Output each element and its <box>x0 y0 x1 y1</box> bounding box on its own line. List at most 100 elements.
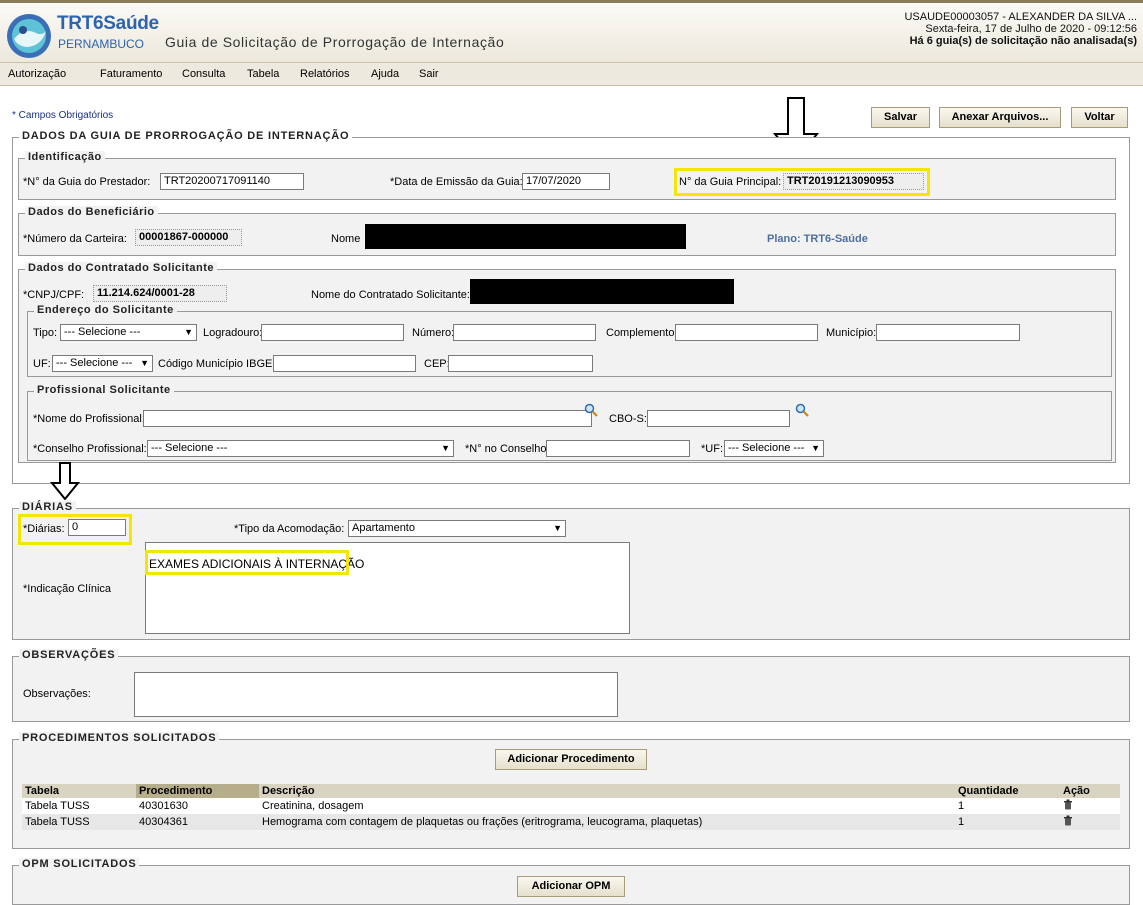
cell-acao <box>1060 814 1120 830</box>
carteira-label: *Número da Carteira: <box>23 233 127 245</box>
observacoes-textarea[interactable] <box>134 672 618 717</box>
redacted-beneficiario-name <box>365 224 686 249</box>
guia-prestador-label: *N° da Guia do Prestador: <box>23 176 151 188</box>
plano-label: Plano: TRT6-Saúde <box>767 233 868 245</box>
brand-subtitle: PERNAMBUCO <box>58 37 145 51</box>
indicacao-clinica-label: *Indicação Clínica <box>23 583 112 595</box>
opm-legend: OPM SOLICITADOS <box>19 858 140 870</box>
menu-item-relatorios[interactable]: Relatórios <box>300 68 350 80</box>
cep-label: CEP: <box>424 358 450 370</box>
highlight-box <box>674 168 930 196</box>
acomodacao-select[interactable]: Apartamento ▼ <box>348 520 566 537</box>
logradouro-label: Logradouro: <box>203 327 263 339</box>
menu-item-ajuda[interactable]: Ajuda <box>371 68 399 80</box>
beneficiario-legend: Dados do Beneficiário <box>25 206 158 218</box>
chevron-down-icon: ▼ <box>553 523 562 533</box>
user-line: USAUDE00003057 - ALEXANDER DA SILVA ... <box>904 11 1137 23</box>
attach-files-button[interactable]: Anexar Arquivos... <box>939 107 1061 128</box>
cell-procedimento: 40304361 <box>136 814 259 830</box>
carteira-field: 00001867-000000 <box>135 229 242 246</box>
column-header[interactable]: Tabela <box>22 784 136 798</box>
observacoes-legend: OBSERVAÇÕES <box>19 649 119 661</box>
tipo-select[interactable]: --- Selecione --- ▼ <box>60 324 197 341</box>
data-emissao-input[interactable]: 17/07/2020 <box>522 173 610 190</box>
chevron-down-icon: ▼ <box>184 327 193 337</box>
cbo-input[interactable] <box>647 410 790 427</box>
cnpj-field: 11.214.624/0001-28 <box>93 285 227 302</box>
arrow-down-icon <box>50 462 80 500</box>
complemento-label: Complemento: <box>606 327 678 339</box>
column-header: Ação <box>1060 784 1120 798</box>
logo-icon <box>7 14 51 58</box>
column-header[interactable]: Descrição <box>259 784 955 798</box>
identificacao-legend: Identificação <box>25 151 105 163</box>
ibge-input[interactable] <box>273 355 416 372</box>
page-title: Guia de Solicitação de Prorrogação de In… <box>165 34 505 50</box>
ibge-label: Código Município IBGE: <box>158 358 276 370</box>
profissional-legend: Profissional Solicitante <box>34 384 174 396</box>
menu-item-consulta[interactable]: Consulta <box>182 68 225 80</box>
highlight-box <box>18 514 132 545</box>
n-conselho-input[interactable] <box>546 440 690 457</box>
save-button[interactable]: Salvar <box>871 107 930 128</box>
user-info: USAUDE00003057 - ALEXANDER DA SILVA ... … <box>904 11 1137 47</box>
chevron-down-icon: ▼ <box>140 358 149 368</box>
column-header[interactable]: Quantidade <box>955 784 1060 798</box>
procedures-table: Tabela Procedimento Descrição Quantidade… <box>22 784 1120 830</box>
numero-label: Número: <box>412 327 455 339</box>
endereco-legend: Endereço do Solicitante <box>34 304 177 316</box>
conselho-label: *Conselho Profissional: <box>33 443 147 455</box>
cell-quantidade: 1 <box>955 798 1060 814</box>
search-icon[interactable] <box>795 403 809 417</box>
profissional-nome-label: *Nome do Profissional: <box>33 413 145 425</box>
chevron-down-icon: ▼ <box>441 443 450 453</box>
data-emissao-label: *Data de Emissão da Guia: <box>390 176 523 188</box>
conselho-select-value: --- Selecione --- <box>151 442 228 454</box>
back-button[interactable]: Voltar <box>1071 107 1128 128</box>
logradouro-input[interactable] <box>261 324 404 341</box>
table-header-row: Tabela Procedimento Descrição Quantidade… <box>22 784 1120 798</box>
numero-input[interactable] <box>453 324 596 341</box>
acomodacao-select-value: Apartamento <box>352 522 415 534</box>
municipio-input[interactable] <box>876 324 1020 341</box>
trash-icon[interactable] <box>1063 799 1073 810</box>
column-header[interactable]: Procedimento <box>136 784 259 798</box>
uf-select[interactable]: --- Selecione --- ▼ <box>52 355 153 372</box>
contratado-nome-label: Nome do Contratado Solicitante: <box>311 289 470 301</box>
municipio-label: Município: <box>826 327 877 339</box>
add-procedure-button[interactable]: Adicionar Procedimento <box>495 749 647 770</box>
profissional-nome-input[interactable] <box>143 410 592 427</box>
add-opm-button[interactable]: Adicionar OPM <box>517 876 625 897</box>
menu-item-sair[interactable]: Sair <box>419 68 439 80</box>
tipo-select-value: --- Selecione --- <box>64 326 141 338</box>
redacted-contratado-name <box>470 279 734 304</box>
complemento-input[interactable] <box>675 324 818 341</box>
cell-acao <box>1060 798 1120 814</box>
conselho-select[interactable]: --- Selecione --- ▼ <box>147 440 454 457</box>
menu-item-faturamento[interactable]: Faturamento <box>100 68 162 80</box>
table-row: Tabela TUSS 40301630 Creatinina, dosagem… <box>22 798 1120 814</box>
cell-tabela: Tabela TUSS <box>22 798 136 814</box>
search-icon[interactable] <box>584 403 598 417</box>
trash-icon[interactable] <box>1063 815 1073 826</box>
beneficiario-nome-label: Nome <box>331 233 361 245</box>
diarias-legend: DIÁRIAS <box>19 501 76 513</box>
highlight-box <box>145 550 349 575</box>
menu-item-tabela[interactable]: Tabela <box>247 68 279 80</box>
cbo-label: CBO-S: <box>609 413 647 425</box>
cnpj-label: *CNPJ/CPF: <box>23 289 85 301</box>
pending-guides-line[interactable]: Há 6 guia(s) de solicitação não analisad… <box>904 35 1137 47</box>
tipo-label: Tipo: <box>33 327 58 339</box>
uf-label: UF: <box>33 358 51 370</box>
cell-procedimento: 40301630 <box>136 798 259 814</box>
guia-prestador-input[interactable]: TRT20200717091140 <box>160 173 304 190</box>
cell-descricao: Creatinina, dosagem <box>259 798 955 814</box>
main-menu: Autorização Faturamento Consulta Tabela … <box>0 62 1143 86</box>
n-conselho-label: *N° no Conselho: <box>465 443 550 455</box>
menu-item-autorizacao[interactable]: Autorização <box>8 68 66 80</box>
uf-select-value: --- Selecione --- <box>56 357 133 369</box>
profissional-uf-select[interactable]: --- Selecione --- ▼ <box>724 440 824 457</box>
cep-input[interactable] <box>448 355 593 372</box>
contratado-legend: Dados do Contratado Solicitante <box>25 262 218 274</box>
profissional-uf-label: *UF: <box>701 443 723 455</box>
